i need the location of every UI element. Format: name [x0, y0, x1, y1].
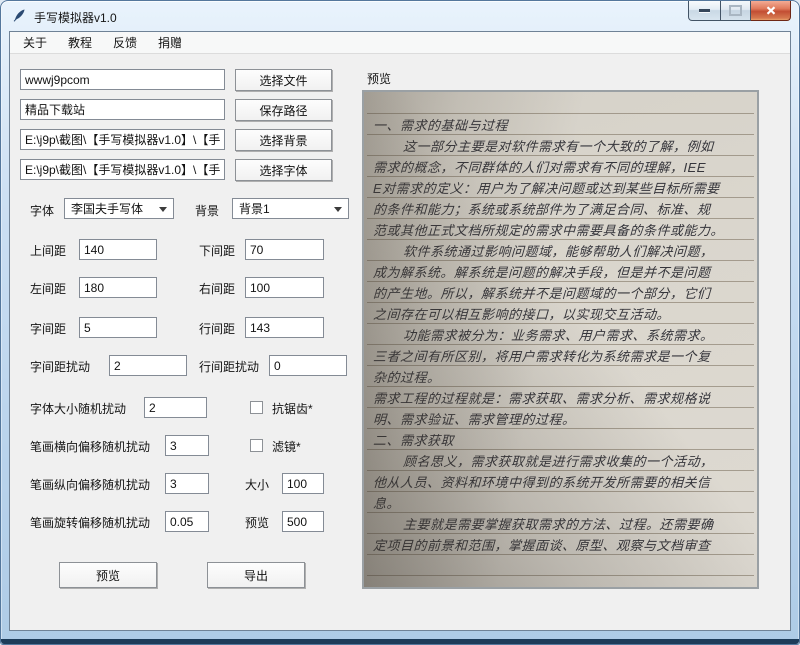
- background-label: 背景: [195, 204, 220, 218]
- font-label: 字体: [30, 204, 55, 218]
- text-source-input[interactable]: [20, 69, 225, 90]
- size-label: 大小: [245, 478, 270, 492]
- menu-tutorial[interactable]: 教程: [59, 32, 101, 53]
- preview-size-input[interactable]: [282, 511, 324, 532]
- window-controls: [688, 1, 791, 21]
- background-combobox-value: 背景1: [239, 202, 270, 216]
- close-icon: [766, 6, 775, 15]
- spacing-top-label: 上间距: [30, 244, 67, 258]
- preview-panel-title: 预览: [367, 72, 392, 86]
- line-spacing-input[interactable]: [245, 317, 324, 338]
- font-combobox[interactable]: 李国夫手写体: [64, 198, 174, 219]
- filter-label: 滤镜*: [272, 440, 301, 454]
- screen: 手写模拟器v1.0 关于 教程 反馈 捐赠 选择文件 保存路径 选: [0, 0, 800, 645]
- menu-donate[interactable]: 捐赠: [149, 32, 191, 53]
- char-spacing-jitter-label: 字间距扰动: [30, 360, 91, 374]
- window-title: 手写模拟器v1.0: [34, 11, 117, 25]
- chevron-down-icon: [334, 207, 342, 212]
- filter-checkbox[interactable]: [250, 439, 263, 452]
- line-spacing-jitter-input[interactable]: [269, 355, 347, 376]
- paper-photo: 一、需求的基础与过程 这一部分主要是对软件需求有一个大致的了解，例如 需求的概念…: [364, 92, 757, 587]
- antialias-label: 抗锯齿*: [272, 402, 313, 416]
- save-path-button[interactable]: 保存路径: [235, 99, 332, 121]
- close-button[interactable]: [751, 1, 791, 21]
- stroke-h-jitter-input[interactable]: [165, 435, 209, 456]
- select-file-button[interactable]: 选择文件: [235, 69, 332, 91]
- font-path-input[interactable]: [20, 159, 225, 180]
- maximize-icon: [729, 5, 742, 16]
- preview-image: 一、需求的基础与过程 这一部分主要是对软件需求有一个大致的了解，例如 需求的概念…: [362, 90, 759, 589]
- menubar: 关于 教程 反馈 捐赠: [10, 32, 790, 54]
- stroke-v-jitter-input[interactable]: [165, 473, 209, 494]
- size-input[interactable]: [282, 473, 324, 494]
- titlebar[interactable]: 手写模拟器v1.0: [1, 1, 799, 31]
- font-size-jitter-input[interactable]: [144, 397, 207, 418]
- feather-app-icon: [12, 8, 27, 23]
- menu-feedback[interactable]: 反馈: [104, 32, 146, 53]
- select-font-button[interactable]: 选择字体: [235, 159, 332, 181]
- spacing-right-label: 右间距: [199, 282, 236, 296]
- preview-size-label: 预览: [245, 516, 270, 530]
- char-spacing-jitter-input[interactable]: [109, 355, 187, 376]
- stroke-v-jitter-label: 笔画纵向偏移随机扰动: [30, 478, 151, 492]
- spacing-top-input[interactable]: [79, 239, 157, 260]
- preview-button[interactable]: 预览: [59, 562, 157, 588]
- font-combobox-value: 李国夫手写体: [71, 202, 144, 216]
- spacing-right-input[interactable]: [245, 277, 324, 298]
- maximize-button[interactable]: [721, 1, 751, 21]
- char-spacing-input[interactable]: [79, 317, 157, 338]
- spacing-left-input[interactable]: [79, 277, 157, 298]
- stroke-h-jitter-label: 笔画横向偏移随机扰动: [30, 440, 151, 454]
- char-spacing-label: 字间距: [30, 322, 67, 336]
- spacing-bottom-label: 下间距: [199, 244, 236, 258]
- background-path-input[interactable]: [20, 129, 225, 150]
- line-spacing-jitter-label: 行间距扰动: [199, 360, 260, 374]
- spacing-left-label: 左间距: [30, 282, 67, 296]
- select-background-button[interactable]: 选择背景: [235, 129, 332, 151]
- client-area: 关于 教程 反馈 捐赠 选择文件 保存路径 选择背景 选择字体 字体 李国夫手写…: [9, 31, 791, 631]
- minimize-icon: [699, 9, 710, 12]
- window-bottom-edge: [1, 639, 799, 644]
- app-window: 手写模拟器v1.0 关于 教程 反馈 捐赠 选择文件 保存路径 选: [0, 0, 800, 645]
- background-combobox[interactable]: 背景1: [232, 198, 349, 219]
- chevron-down-icon: [159, 207, 167, 212]
- antialias-checkbox[interactable]: [250, 401, 263, 414]
- stroke-rot-jitter-label: 笔画旋转偏移随机扰动: [30, 516, 151, 530]
- spacing-bottom-input[interactable]: [245, 239, 324, 260]
- save-name-input[interactable]: [20, 99, 225, 120]
- stroke-rot-jitter-input[interactable]: [165, 511, 209, 532]
- export-button[interactable]: 导出: [207, 562, 305, 588]
- font-size-jitter-label: 字体大小随机扰动: [30, 402, 127, 416]
- line-spacing-label: 行间距: [199, 322, 236, 336]
- paper-shadow: [364, 92, 757, 587]
- menu-about[interactable]: 关于: [14, 32, 56, 53]
- minimize-button[interactable]: [688, 1, 721, 21]
